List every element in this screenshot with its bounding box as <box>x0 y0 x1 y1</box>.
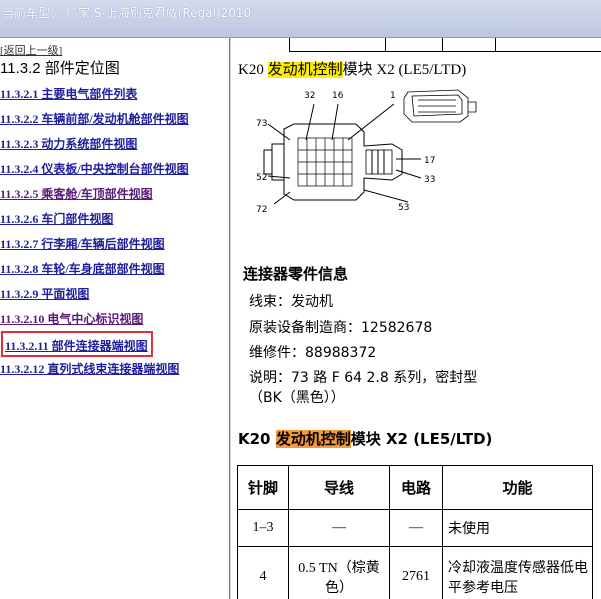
info-harness: 线束：发动机 <box>249 294 333 310</box>
table-row: 4 0.5 TN（棕黄色） 2761 冷却液温度传感器低电平参考电压 <box>237 546 593 599</box>
nav-item: 11.3.2.6 车门部件视图 <box>0 210 229 235</box>
section-title: 11.3.2 部件定位图 <box>0 60 120 77</box>
cell-pin: 1–3 <box>237 509 289 547</box>
pin-label-33: 33 <box>424 175 435 185</box>
nav-item: 11.3.2.1 主要电气部件列表 <box>0 85 229 110</box>
vehicle-model-label: 当前车型： 厂家:S-上海别克君威(Regal)2010 <box>2 6 252 20</box>
col-header-pin: 针脚 <box>237 465 289 510</box>
table-row: 1–3 — — 未使用 <box>237 509 593 547</box>
nav-list: 11.3.2.1 主要电气部件列表 11.3.2.2 车辆前部/发动机舱部件视图… <box>0 85 229 385</box>
col-header-wire: 导线 <box>288 465 390 510</box>
nav-item: 11.3.2.9 平面视图 <box>0 285 229 310</box>
nav-item: 11.3.2.5 乘客舱/车顶部件视图 <box>0 185 229 210</box>
heading-suffix: 模块 X2 (LE5/LTD) <box>342 62 467 78</box>
heading2-suffix: 模块 X2 (LE5/LTD) <box>350 430 493 448</box>
search-highlight: 发动机控制 <box>267 62 343 78</box>
pin-table-heading: K20 发动机控制模块 X2 (LE5/LTD) <box>238 428 492 449</box>
cell-circuit: — <box>389 509 443 547</box>
connector-heading: K20 发动机控制模块 X2 (LE5/LTD) <box>238 58 466 79</box>
pin-label-32: 32 <box>304 91 315 101</box>
cell-circuit: 2761 <box>389 546 443 599</box>
nav-link-main-parts-list[interactable]: 11.3.2.1 主要电气部件列表 <box>0 85 137 102</box>
nav-item: 11.3.2.2 车辆前部/发动机舱部件视图 <box>0 110 229 135</box>
pin-label-52: 52 <box>256 173 267 183</box>
nav-link-wheels-underbody[interactable]: 11.3.2.8 车轮/车身底部部件视图 <box>0 260 165 277</box>
nav-item: 11.3.2.3 动力系统部件视图 <box>0 135 229 160</box>
previous-table-bottom <box>289 38 601 52</box>
table-header-row: 针脚 导线 电路 功能 <box>237 465 593 510</box>
heading2-prefix: K20 <box>238 430 276 448</box>
info-color: （BK（黑色）） <box>249 390 345 406</box>
cell-pin: 4 <box>237 546 289 599</box>
connector-diagram: 32 16 1 73 17 52 33 72 53 <box>256 89 477 215</box>
info-service-part: 维修件：88988372 <box>249 345 377 361</box>
pin-table: 针脚 导线 电路 功能 1–3 — — 未使用 4 0.5 TN（棕黄色） 27… <box>237 465 593 599</box>
nav-link-inline-harness[interactable]: 11.3.2.12 直列式线束连接器端视图 <box>0 360 179 377</box>
nav-item: 11.3.2.12 直列式线束连接器端视图 <box>0 360 229 385</box>
nav-item: 11.3.2.4 仪表板/中央控制台部件视图 <box>0 160 229 185</box>
window-titlebar: 当前车型： 厂家:S-上海别克君威(Regal)2010 <box>0 0 601 38</box>
left-navigation-pane: [返回上一级] 11.3.2 部件定位图 11.3.2.1 主要电气部件列表 1… <box>0 38 229 599</box>
pin-label-16: 16 <box>332 91 344 101</box>
pin-label-1: 1 <box>390 91 396 101</box>
nav-link-trunk-rear[interactable]: 11.3.2.7 行李厢/车辆后部件视图 <box>0 235 165 252</box>
back-link[interactable]: [返回上一级] <box>0 42 62 58</box>
pin-label-73: 73 <box>256 119 267 129</box>
nav-link-powertrain[interactable]: 11.3.2.3 动力系统部件视图 <box>0 135 137 152</box>
search-highlight-2: 发动机控制 <box>275 430 351 448</box>
pin-label-53: 53 <box>398 203 409 213</box>
nav-item-active: 11.3.2.11 部件连接器端视图 <box>0 331 229 360</box>
info-description: 说明：73 路 F 64 2.8 系列，密封型 <box>249 370 478 386</box>
nav-link-doors[interactable]: 11.3.2.6 车门部件视图 <box>0 210 113 227</box>
col-header-function: 功能 <box>442 465 593 510</box>
cell-function: 冷却液温度传感器低电平参考电压 <box>442 546 593 599</box>
pane-splitter[interactable] <box>229 38 231 599</box>
heading-prefix: K20 <box>238 62 268 78</box>
content-pane: K20 发动机控制模块 X2 (LE5/LTD) 32 16 1 73 17 5… <box>232 38 601 599</box>
cell-wire: 0.5 TN（棕黄色） <box>288 546 390 599</box>
nav-link-electrical-center[interactable]: 11.3.2.10 电气中心标识视图 <box>0 310 143 327</box>
connector-info-title: 连接器零件信息 <box>243 265 349 283</box>
nav-link-connector-end-views[interactable]: 11.3.2.11 部件连接器端视图 <box>5 337 148 354</box>
nav-link-front-engine-bay[interactable]: 11.3.2.2 车辆前部/发动机舱部件视图 <box>0 110 189 127</box>
nav-item: 11.3.2.8 车轮/车身底部部件视图 <box>0 260 229 285</box>
info-oem: 原装设备制造商：12582678 <box>249 320 433 336</box>
nav-link-plan-view[interactable]: 11.3.2.9 平面视图 <box>0 285 89 302</box>
col-header-circuit: 电路 <box>389 465 443 510</box>
cell-function: 未使用 <box>442 509 593 547</box>
pin-label-72: 72 <box>256 205 267 215</box>
nav-link-instrument-panel[interactable]: 11.3.2.4 仪表板/中央控制台部件视图 <box>0 160 189 177</box>
nav-item: 11.3.2.7 行李厢/车辆后部件视图 <box>0 235 229 260</box>
nav-link-passenger-roof[interactable]: 11.3.2.5 乘客舱/车顶部件视图 <box>0 185 153 202</box>
pin-label-17: 17 <box>424 156 435 166</box>
cell-wire: — <box>288 509 390 547</box>
